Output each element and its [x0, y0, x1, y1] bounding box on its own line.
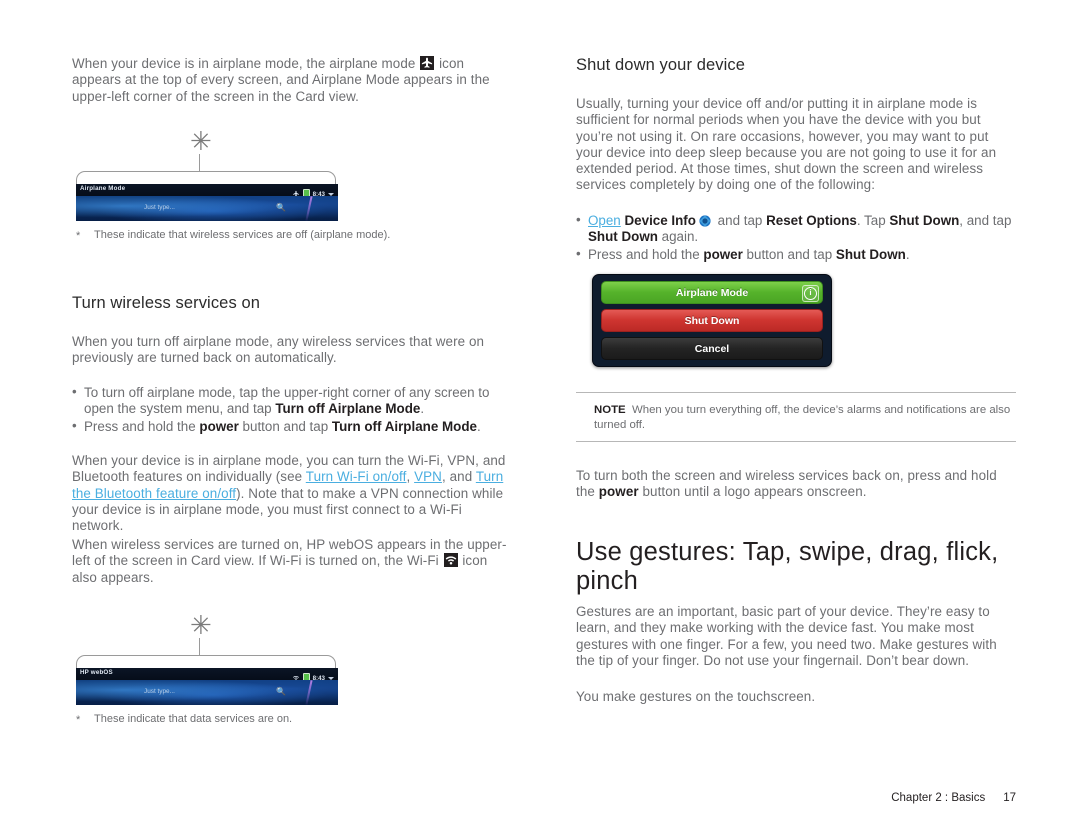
manual-page: When your device is in airplane mode, th…: [0, 0, 1080, 834]
paragraph-text: When you turn off airplane mode, any wir…: [72, 334, 485, 366]
info-glyph: i: [804, 286, 817, 300]
figure-caption-airplane: * These indicate that wireless services …: [72, 228, 412, 242]
just-type-placeholder: Just type...: [144, 688, 175, 695]
system-shutdown-dialog: Airplane Mode i Shut Down Cancel: [592, 274, 832, 367]
heading-use-gestures: Use gestures: Tap, swipe, drag, flick, p…: [576, 538, 1016, 596]
paragraph-gestures: Gestures are an important, basic part of…: [576, 604, 1016, 669]
search-icon: 🔍: [276, 687, 286, 696]
paragraph-touchscreen: You make gestures on the touchscreen.: [576, 689, 1016, 705]
bullet-text-end: .: [905, 246, 910, 262]
footer-page-number: 17: [1003, 792, 1016, 804]
device-info-icon: [698, 214, 712, 228]
page-title: Use gestures: Tap, swipe, drag, flick, p…: [576, 538, 999, 595]
bullet-text: Press and hold the: [588, 246, 704, 262]
device-mode-label: HP webOS: [80, 669, 113, 676]
callout-brace: [76, 171, 336, 185]
asterisk-marker: ✳: [190, 126, 212, 156]
asterisk-marker: ✳: [190, 610, 212, 640]
link-vpn[interactable]: VPN: [414, 469, 442, 484]
intro-paragraph: When your device is in airplane mode, th…: [72, 56, 512, 105]
paragraph-text: Gestures are an important, basic part of…: [576, 604, 997, 668]
bullet-bold-power: power: [703, 246, 743, 262]
paragraph-text: Usually, turning your device off and/or …: [576, 96, 997, 193]
bullet-bold-reset-options: Reset Options: [766, 213, 857, 228]
bullet-text-2: and tap: [713, 213, 767, 228]
device-screenshot-airplane: Airplane Mode 8:43 Just type... 🔍: [76, 184, 338, 221]
paragraph-turn-back-on: To turn both the screen and wireless ser…: [576, 468, 1016, 501]
list-item: Press and hold the power button and tap …: [576, 246, 1016, 263]
bullet-bold-device-info: Device Info: [624, 213, 696, 228]
dialog-cancel-label: Cancel: [694, 342, 730, 355]
list-item: To turn off airplane mode, tap the upper…: [72, 384, 512, 418]
callout-stem: [199, 154, 200, 172]
caption-text: These indicate that data services are on…: [94, 713, 293, 725]
turnback-bold-power: power: [598, 484, 639, 500]
device-card-view: Just type... 🔍: [76, 680, 338, 705]
bullet-bold-shut-down: Shut Down: [889, 213, 960, 228]
bullet-list-turn-off: To turn off airplane mode, tap the upper…: [72, 384, 512, 436]
dialog-shut-down-button[interactable]: Shut Down: [601, 309, 823, 332]
bullet-list-shutdown: Open Device Info and tap Reset Options. …: [576, 212, 1016, 264]
dialog-airplane-mode-button[interactable]: Airplane Mode i: [601, 281, 823, 304]
bullet-text-3: . Tap: [856, 213, 890, 228]
device-mode-label: Airplane Mode: [80, 185, 126, 192]
figure-caption-webos: * These indicate that data services are …: [72, 712, 412, 726]
bullet-text-end: .: [476, 418, 481, 434]
bullet-bold: power: [199, 418, 239, 434]
airplane-mode-icon: [420, 56, 435, 70]
features-text-3: , and: [441, 469, 476, 485]
bullet-bold-shut-down-2: Shut Down: [588, 229, 658, 245]
list-item: Press and hold the power button and tap …: [72, 418, 512, 435]
page-footer: Chapter 2 : Basics 17: [576, 792, 1016, 804]
heading-shut-down: Shut down your device: [576, 56, 1016, 75]
dialog-shutdown-label: Shut Down: [684, 314, 740, 327]
features-text-2: ,: [406, 469, 415, 485]
device-screenshot-webos: HP webOS 8:43 Just type... 🔍: [76, 668, 338, 705]
paragraph-turn-on: When you turn off airplane mode, any wir…: [72, 334, 512, 367]
bullet-bold: Turn off Airplane Mode: [275, 401, 421, 417]
intro-text-before-icon: When your device is in airplane mode, th…: [72, 56, 420, 71]
note-label: NOTE: [594, 404, 626, 416]
caption-asterisk: *: [76, 714, 81, 726]
footer-chapter: Chapter 2 : Basics: [891, 792, 986, 804]
paragraph-usually: Usually, turning your device off and/or …: [576, 96, 1016, 194]
bullet-text-4: , and tap: [959, 213, 1012, 228]
webos-text-1: When wireless services are turned on, HP…: [72, 537, 507, 569]
link-open-device-info[interactable]: Open: [588, 213, 621, 228]
note-bottom-rule: [576, 441, 1016, 442]
info-icon[interactable]: i: [802, 284, 819, 302]
turnback-text-2: button until a logo appears onscreen.: [638, 484, 867, 500]
note-callout: NOTE When you turn everything off, the d…: [576, 392, 1016, 442]
device-card-view: Just type... 🔍: [76, 196, 338, 221]
callout-stem: [199, 638, 200, 656]
dialog-cancel-button[interactable]: Cancel: [601, 337, 823, 360]
wallpaper-streak: [305, 196, 313, 221]
bullet-text-mid: button and tap: [742, 246, 836, 262]
wifi-icon: [443, 553, 458, 568]
bullet-text: Press and hold the: [84, 418, 200, 434]
heading-turn-wireless-on: Turn wireless services on: [72, 294, 512, 313]
link-turn-wifi-on-off[interactable]: Turn Wi-Fi on/off: [306, 469, 407, 484]
device-status-bar: HP webOS 8:43: [76, 668, 338, 683]
search-icon: 🔍: [276, 203, 286, 212]
bullet-bold-shut-down: Shut Down: [835, 246, 906, 262]
wallpaper-streak: [305, 680, 313, 705]
bullet-text-mid: button and tap: [238, 418, 332, 434]
caption-text: These indicate that wireless services ar…: [94, 229, 391, 241]
just-type-placeholder: Just type...: [144, 204, 175, 211]
caption-asterisk: *: [76, 230, 81, 242]
paragraph-webos-indicator: When wireless services are turned on, HP…: [72, 537, 512, 586]
bullet-bold-2: Turn off Airplane Mode: [331, 418, 477, 434]
bullet-text-end: .: [420, 401, 425, 417]
list-item: Open Device Info and tap Reset Options. …: [576, 212, 1016, 246]
device-status-bar: Airplane Mode 8:43: [76, 184, 338, 199]
bullet-text-5: again.: [657, 229, 699, 245]
paragraph-text: You make gestures on the touchscreen.: [576, 689, 816, 704]
paragraph-wireless-features: When your device is in airplane mode, yo…: [72, 453, 512, 534]
section-heading: Turn wireless services on: [72, 294, 261, 312]
note-text: When you turn everything off, the device…: [594, 404, 1011, 431]
section-heading: Shut down your device: [576, 56, 746, 74]
callout-brace: [76, 655, 336, 669]
dialog-airplane-label: Airplane Mode: [675, 286, 749, 299]
